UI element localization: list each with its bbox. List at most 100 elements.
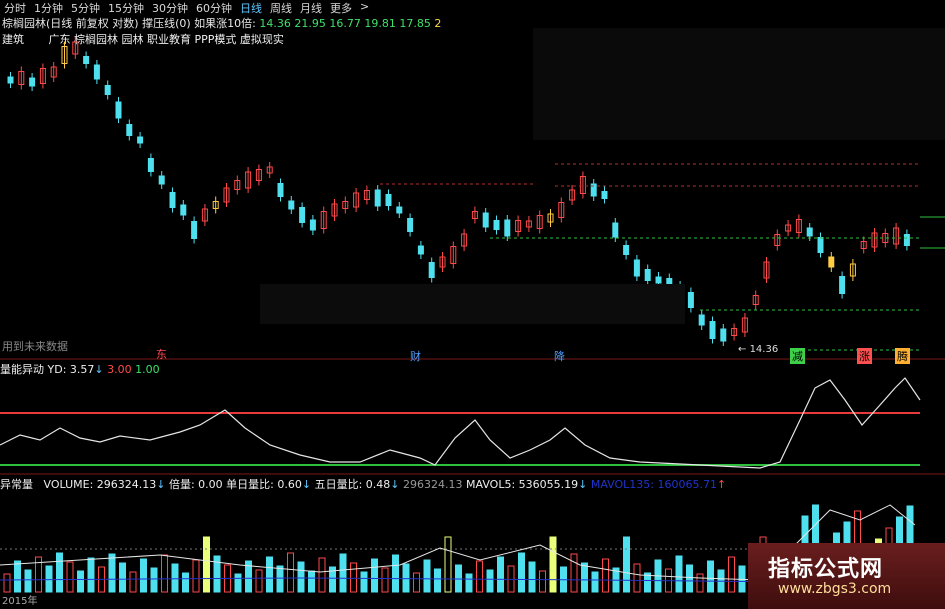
volume-bar bbox=[591, 571, 599, 593]
volume-bar bbox=[287, 552, 294, 593]
candle-body bbox=[396, 206, 403, 214]
volume-bar bbox=[203, 536, 210, 593]
volume-bar bbox=[87, 557, 95, 593]
volume-bar bbox=[413, 572, 420, 593]
volume-bar bbox=[45, 565, 53, 593]
candle-body bbox=[839, 276, 846, 294]
candle-body bbox=[623, 245, 630, 255]
volume-bar bbox=[108, 553, 116, 593]
future-data-note: 用到未来数据 bbox=[2, 340, 68, 353]
candle-body bbox=[407, 218, 414, 232]
flag-jian: 减 bbox=[790, 348, 805, 364]
volume-bar bbox=[56, 552, 63, 593]
volume-bar bbox=[24, 569, 32, 593]
watermark-logo: 指标公式网 www.zbgs3.com bbox=[748, 543, 945, 609]
candle-body bbox=[7, 76, 14, 84]
volume-bar bbox=[549, 536, 557, 593]
volume-bar bbox=[633, 563, 641, 593]
volume-bar bbox=[381, 567, 389, 593]
candle-body bbox=[169, 192, 176, 208]
candle-body bbox=[147, 158, 154, 172]
osc-low-level: 1.00 bbox=[135, 363, 160, 376]
candle-body bbox=[482, 212, 489, 228]
volume-bar bbox=[423, 559, 431, 593]
candle-body bbox=[374, 189, 381, 207]
candle-body bbox=[612, 222, 619, 238]
volume-bar bbox=[119, 562, 126, 593]
oscillator-title: 量能异动 YD: 3.57↓ 3.00 1.00 bbox=[0, 363, 160, 376]
candle-body bbox=[126, 124, 133, 136]
flag-zhang: 涨 bbox=[857, 348, 872, 364]
blank-overlay-mid bbox=[260, 284, 685, 324]
volume-bar bbox=[476, 560, 483, 593]
flag-dong: 东 bbox=[156, 348, 167, 361]
volume-bar bbox=[696, 573, 704, 593]
osc-up-level: 3.00 bbox=[107, 363, 132, 376]
candle-body bbox=[828, 256, 835, 268]
candle-body bbox=[115, 101, 122, 119]
volume-bar bbox=[434, 568, 441, 593]
volume-bar bbox=[539, 570, 546, 593]
low-price-label: ← 14.36 bbox=[738, 344, 779, 355]
candle-body bbox=[385, 194, 392, 206]
volume-bar bbox=[392, 554, 399, 593]
volume-bar bbox=[182, 572, 189, 593]
volume-bar bbox=[339, 553, 347, 593]
candle-body bbox=[180, 204, 187, 216]
volume-bar bbox=[402, 563, 410, 593]
candle-body bbox=[158, 175, 165, 185]
volume-bar bbox=[3, 573, 11, 593]
volume-bar bbox=[360, 571, 368, 593]
volume-bar bbox=[528, 561, 536, 593]
vol-mavol135: MAVOL135: 160065.71 bbox=[590, 478, 717, 491]
candle-body bbox=[137, 136, 144, 144]
year-label: 2015年 bbox=[2, 596, 38, 607]
flag-cai: 财 bbox=[410, 350, 421, 363]
candle-body bbox=[709, 321, 716, 339]
candle-body bbox=[601, 191, 608, 199]
candle-body bbox=[417, 245, 424, 255]
candle-body bbox=[806, 227, 813, 237]
candle-body bbox=[493, 220, 500, 230]
candle-body bbox=[83, 56, 90, 64]
volume-bar bbox=[276, 565, 284, 593]
volume-bar bbox=[455, 564, 462, 593]
osc-name: 量能异动 bbox=[0, 363, 44, 376]
osc-line bbox=[0, 377, 921, 469]
volume-bar bbox=[444, 536, 452, 593]
volume-bar bbox=[234, 573, 242, 593]
volume-bar bbox=[129, 571, 137, 593]
volume-bar bbox=[371, 558, 378, 593]
candle-body bbox=[299, 207, 306, 223]
candle-body bbox=[720, 328, 727, 342]
volume-bar bbox=[518, 552, 525, 593]
vol-v2: 296324.13 bbox=[403, 478, 463, 491]
volume-bar bbox=[171, 563, 179, 593]
volume-bar bbox=[255, 569, 263, 593]
volume-bar bbox=[465, 573, 473, 593]
flag-jiang: 降 bbox=[554, 350, 565, 363]
volume-bar bbox=[266, 556, 273, 593]
vol-wu: 五日量比: 0.48 bbox=[314, 478, 391, 491]
candle-body bbox=[93, 64, 100, 80]
volume-title: 异常量 VOLUME: 296324.13↓ 倍量: 0.00 单日量比: 0.… bbox=[0, 478, 727, 491]
watermark-title: 指标公式网 bbox=[768, 557, 884, 582]
osc-yd: YD: 3.57 bbox=[47, 363, 95, 376]
candle-body bbox=[191, 221, 198, 239]
candle-body bbox=[29, 77, 36, 87]
volume-bar bbox=[486, 569, 494, 593]
vol-volume: VOLUME: 296324.13 bbox=[43, 478, 157, 491]
candle-body bbox=[903, 234, 910, 246]
candle-body bbox=[633, 259, 640, 277]
volume-bar bbox=[66, 561, 74, 593]
volume-bar bbox=[77, 570, 84, 593]
volume-bar bbox=[675, 555, 683, 593]
volume-bar bbox=[297, 561, 305, 593]
vol-dan: 单日量比: 0.60 bbox=[226, 478, 302, 491]
flag-teng: 腾 bbox=[895, 348, 910, 364]
volume-bar bbox=[602, 558, 609, 593]
volume-bar bbox=[350, 562, 357, 593]
volume-bar bbox=[707, 560, 714, 593]
candle-body bbox=[644, 269, 651, 281]
candle-body bbox=[104, 85, 111, 95]
